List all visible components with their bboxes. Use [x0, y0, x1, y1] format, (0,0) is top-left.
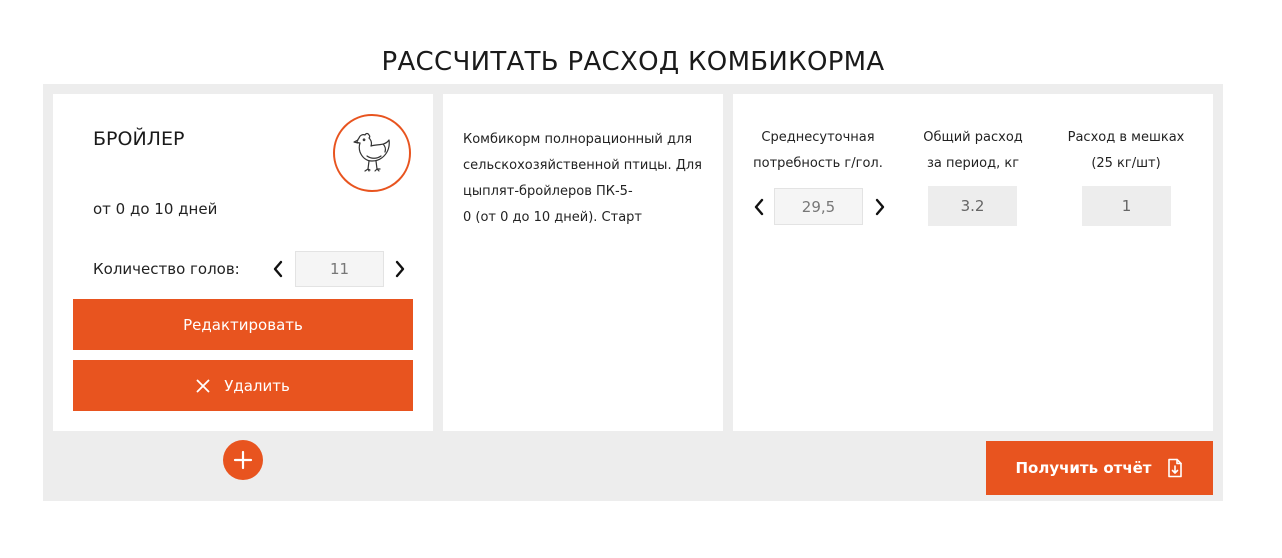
daily-need-label-line: Среднесуточная	[761, 130, 875, 145]
delete-button[interactable]: Удалить	[73, 360, 413, 411]
bird-age: от 0 до 10 дней	[93, 200, 218, 218]
bags-consumption-label: Расход в мешках (25 кг/шт)	[1051, 125, 1201, 177]
close-icon	[196, 379, 210, 393]
total-consumption-value: 3.2	[928, 186, 1017, 226]
bags-consumption-value: 1	[1082, 186, 1171, 226]
get-report-label: Получить отчёт	[1015, 459, 1152, 477]
total-consumption-label: Общий расход за период, кг	[898, 125, 1048, 177]
chevron-left-icon[interactable]	[267, 256, 289, 282]
total-consumption-label-line: Общий расход	[923, 130, 1023, 145]
edit-button[interactable]: Редактировать	[73, 299, 413, 350]
description-line: Комбикорм полнорационный для	[463, 132, 693, 147]
edit-button-label: Редактировать	[183, 315, 303, 334]
count-label: Количество голов:	[93, 260, 240, 278]
page-title: РАССЧИТАТЬ РАСХОД КОМБИКОРМА	[381, 47, 885, 78]
calculation-card: Среднесуточная потребность г/гол. Общий …	[733, 94, 1213, 431]
total-consumption-label-line: за период, кг	[926, 156, 1020, 171]
feed-description-card: Комбикорм полнорационный для сельскохозя…	[443, 94, 723, 431]
chevron-right-icon[interactable]	[389, 256, 411, 282]
delete-button-label: Удалить	[224, 376, 290, 395]
chicken-icon	[333, 114, 411, 192]
plus-icon	[233, 450, 253, 470]
bags-consumption-label-line: Расход в мешках	[1067, 130, 1185, 145]
description-line: сельскохозяйственной птицы. Для	[463, 158, 702, 173]
document-download-icon	[1166, 458, 1184, 478]
chevron-right-icon[interactable]	[869, 194, 891, 220]
count-input[interactable]	[295, 251, 384, 287]
description-line: цыплят-бройлеров ПК-5-	[463, 184, 633, 199]
feed-description: Комбикорм полнорационный для сельскохозя…	[463, 127, 713, 231]
calculator-panel: БРОЙЛЕР от 0 до 10 дней Количество голов…	[43, 84, 1223, 501]
chevron-left-icon[interactable]	[748, 194, 770, 220]
bags-consumption-label-line: (25 кг/шт)	[1091, 156, 1161, 171]
description-line: 0 (от 0 до 10 дней). Старт	[463, 210, 642, 225]
add-bird-button[interactable]	[223, 440, 263, 480]
bird-name: БРОЙЛЕР	[93, 128, 185, 150]
daily-need-label: Среднесуточная потребность г/гол.	[743, 125, 893, 177]
daily-need-input[interactable]	[774, 188, 863, 225]
get-report-button[interactable]: Получить отчёт	[986, 441, 1213, 495]
bird-card: БРОЙЛЕР от 0 до 10 дней Количество голов…	[53, 94, 433, 431]
daily-need-label-line: потребность г/гол.	[753, 156, 883, 171]
